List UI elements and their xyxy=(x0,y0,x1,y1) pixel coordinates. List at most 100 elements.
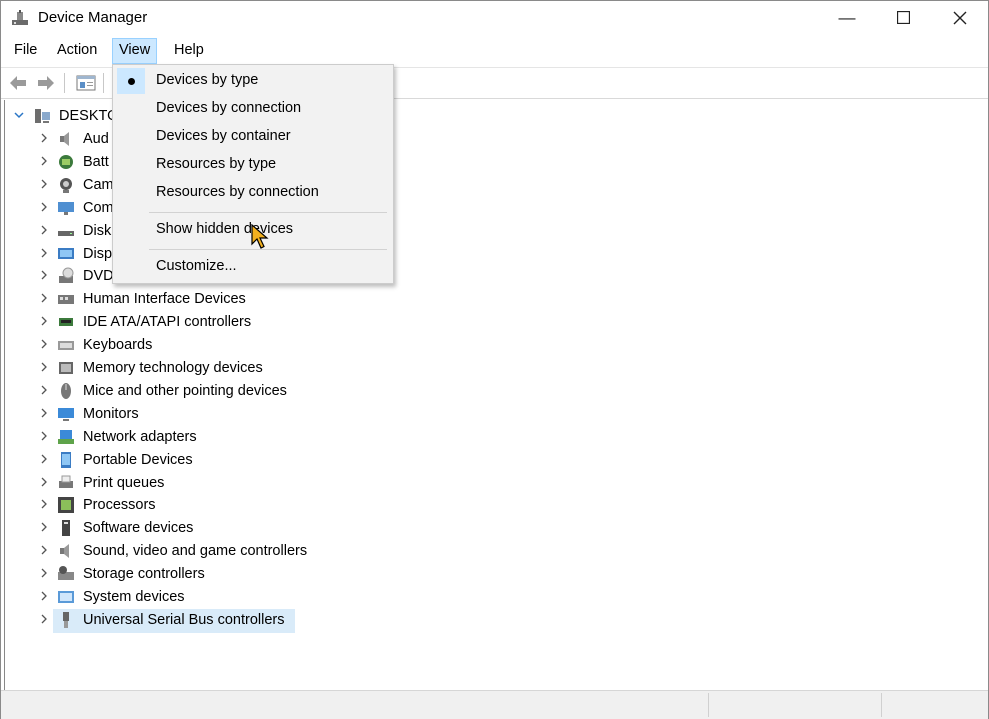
tree-category-label: Software devices xyxy=(83,520,194,537)
audio-icon xyxy=(60,132,69,146)
ide-icon xyxy=(59,318,73,327)
expand-chevron-icon[interactable] xyxy=(13,109,25,121)
storage-icon xyxy=(58,566,74,581)
menu-item-label: Show hidden devices xyxy=(156,221,294,237)
menu-item-label: Devices by connection xyxy=(156,100,302,116)
expand-chevron-icon[interactable] xyxy=(38,155,50,167)
tree-category-label: Cam xyxy=(83,176,114,193)
expand-chevron-icon[interactable] xyxy=(38,201,50,213)
monitor-icon xyxy=(58,407,74,421)
usb-icon xyxy=(63,611,69,628)
expand-chevron-icon[interactable] xyxy=(38,476,50,488)
view-menu-item-resources-by-connection[interactable]: Resources by connection xyxy=(115,180,391,206)
tree-category[interactable]: Memory technology devices xyxy=(5,357,605,379)
expand-chevron-icon[interactable] xyxy=(38,292,50,304)
keyboard-icon xyxy=(58,341,74,351)
expand-chevron-icon[interactable] xyxy=(38,430,50,442)
view-menu-item-devices-by-type[interactable]: Devices by type xyxy=(115,68,391,94)
menu-item-label: Resources by connection xyxy=(156,184,319,200)
expand-chevron-icon[interactable] xyxy=(38,590,50,602)
properties-button[interactable] xyxy=(75,72,97,94)
tree-category[interactable]: IDE ATA/ATAPI controllers xyxy=(5,311,605,333)
minimize-button[interactable]: — xyxy=(818,1,876,34)
expand-chevron-icon[interactable] xyxy=(38,132,50,144)
expand-chevron-icon[interactable] xyxy=(38,407,50,419)
tree-category[interactable]: Processors xyxy=(5,494,605,516)
view-menu-item-devices-by-connection[interactable]: Devices by connection xyxy=(115,96,391,122)
status-bar-divider xyxy=(881,693,882,717)
computer-icon xyxy=(58,201,74,215)
tree-category[interactable]: Human Interface Devices xyxy=(5,288,605,310)
view-menu-item-devices-by-container[interactable]: Devices by container xyxy=(115,124,391,150)
tree-category[interactable]: Universal Serial Bus controllers xyxy=(5,608,605,633)
expand-chevron-icon[interactable] xyxy=(38,521,50,533)
expand-chevron-icon[interactable] xyxy=(38,498,50,510)
back-button[interactable] xyxy=(7,72,29,94)
menu-bar: File Action View Help xyxy=(1,37,988,64)
tree-category[interactable]: Mice and other pointing devices xyxy=(5,380,605,402)
view-menu-item-resources-by-type[interactable]: Resources by type xyxy=(115,152,391,178)
tree-category[interactable]: Storage controllers xyxy=(5,563,605,585)
printer-icon xyxy=(59,475,73,488)
expand-chevron-icon[interactable] xyxy=(38,453,50,465)
camera-icon xyxy=(60,177,72,193)
menu-help[interactable]: Help xyxy=(168,38,210,62)
properties-icon xyxy=(76,75,96,91)
menu-item-label: Devices by type xyxy=(156,72,259,88)
tree-category[interactable]: Keyboards xyxy=(5,334,605,356)
status-bar xyxy=(1,690,988,719)
title-bar: Device Manager — xyxy=(1,1,988,34)
tree-category[interactable]: Network adapters xyxy=(5,426,605,448)
menu-item-label: Devices by container xyxy=(156,128,291,144)
toolbar-separator xyxy=(103,73,104,93)
menu-file[interactable]: File xyxy=(8,38,43,62)
sound-icon xyxy=(60,544,69,559)
tree-category-label: Mice and other pointing devices xyxy=(83,382,287,399)
expand-chevron-icon[interactable] xyxy=(38,567,50,579)
hid-icon xyxy=(58,295,74,305)
status-bar-divider xyxy=(708,693,709,717)
tree-category[interactable]: Software devices xyxy=(5,517,605,539)
menu-item-label: Resources by type xyxy=(156,156,277,172)
expand-chevron-icon[interactable] xyxy=(38,384,50,396)
expand-chevron-icon[interactable] xyxy=(38,247,50,259)
tree-category[interactable]: Monitors xyxy=(5,403,605,425)
close-button[interactable] xyxy=(931,1,989,34)
tree-category-label: Human Interface Devices xyxy=(83,291,246,308)
minimize-icon: — xyxy=(838,7,856,27)
expand-chevron-icon[interactable] xyxy=(38,315,50,327)
tree-category[interactable]: Sound, video and game controllers xyxy=(5,540,605,562)
expand-chevron-icon[interactable] xyxy=(38,361,50,373)
back-icon xyxy=(10,76,26,90)
expand-chevron-icon[interactable] xyxy=(38,269,50,281)
tree-category-label: Portable Devices xyxy=(83,451,193,468)
battery-icon xyxy=(59,154,73,169)
tree-category-label: DVD xyxy=(83,268,114,285)
menu-action[interactable]: Action xyxy=(51,38,103,62)
device-manager-app-icon xyxy=(12,10,28,25)
radio-check-icon xyxy=(117,68,145,94)
expand-chevron-icon[interactable] xyxy=(38,224,50,236)
mouse-icon xyxy=(61,382,71,399)
tree-category[interactable]: Portable Devices xyxy=(5,449,605,471)
expand-chevron-icon[interactable] xyxy=(38,613,50,625)
window-title: Device Manager xyxy=(38,9,148,26)
tree-category-label: Storage controllers xyxy=(83,566,205,583)
view-menu-dropdown: Devices by type Devices by connection De… xyxy=(112,64,394,284)
tree-category-label: Universal Serial Bus controllers xyxy=(83,611,285,628)
expand-chevron-icon[interactable] xyxy=(38,178,50,190)
software-icon xyxy=(62,520,70,537)
close-icon xyxy=(953,11,967,24)
view-menu-item-customize[interactable]: Customize... xyxy=(115,254,391,280)
tree-category[interactable]: System devices xyxy=(5,586,605,608)
system-icon xyxy=(58,591,74,603)
tree-category[interactable]: Print queues xyxy=(5,472,605,494)
tree-category-label: Sound, video and game controllers xyxy=(83,543,308,560)
menu-view[interactable]: View xyxy=(112,38,158,64)
tree-category-label: Print queues xyxy=(83,474,165,491)
forward-button[interactable] xyxy=(35,72,57,94)
maximize-button[interactable] xyxy=(874,1,932,34)
expand-chevron-icon[interactable] xyxy=(38,544,50,556)
computer-icon xyxy=(35,109,50,123)
expand-chevron-icon[interactable] xyxy=(38,338,50,350)
